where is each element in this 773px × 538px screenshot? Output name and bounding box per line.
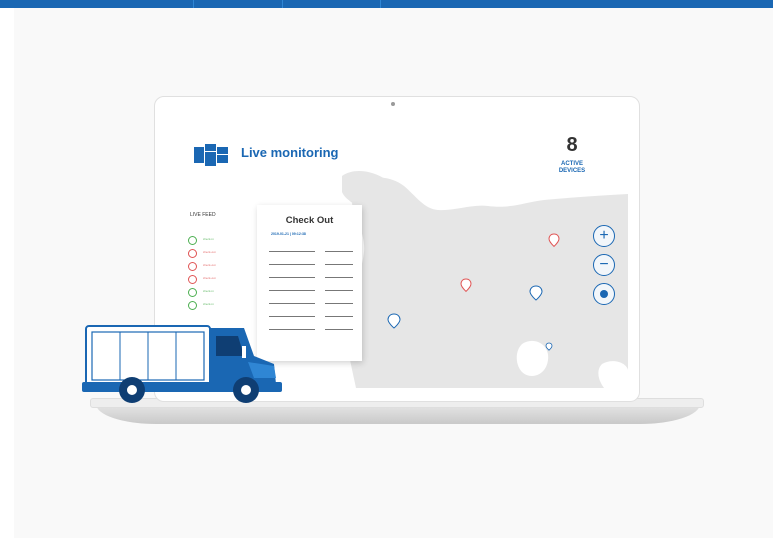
status-circle — [188, 301, 197, 310]
locate-button[interactable] — [593, 283, 615, 305]
card-line — [325, 264, 353, 265]
truck-icon — [82, 325, 282, 403]
top-bar-divider — [282, 0, 283, 8]
status-circle — [188, 275, 197, 284]
checkout-card-title: Check Out — [285, 215, 334, 226]
live-feed-item[interactable]: check-out — [188, 260, 248, 273]
active-devices-count: 8 — [566, 134, 578, 156]
locate-icon — [600, 290, 608, 298]
status-circle — [188, 249, 197, 258]
card-line — [325, 329, 353, 330]
zoom-in-icon: + — [599, 227, 609, 244]
status-text: check-in — [203, 238, 214, 241]
active-label: ACTIVE — [560, 161, 583, 167]
live-feed-title: LIVE FEED — [190, 212, 216, 218]
live-feed-item[interactable]: check-in — [188, 286, 248, 299]
live-feed-item[interactable]: check-out — [188, 247, 248, 260]
card-line — [325, 290, 353, 291]
status-circle — [188, 288, 197, 297]
status-text: check-out — [203, 251, 216, 254]
zoom-out-button[interactable]: − — [593, 254, 615, 276]
card-line — [325, 277, 353, 278]
card-line — [325, 316, 353, 317]
top-bar-divider — [193, 0, 194, 8]
card-line — [269, 277, 315, 278]
dashboard-logo-icon — [194, 144, 228, 166]
top-bar — [0, 0, 773, 8]
zoom-in-button[interactable]: + — [593, 225, 615, 247]
card-line — [269, 290, 315, 291]
checkout-card-timestamp: 2019-01-21 | 09:12:38 — [271, 232, 306, 236]
laptop-camera — [391, 102, 395, 106]
status-text: check-in — [203, 290, 214, 293]
status-text: check-out — [203, 277, 216, 280]
status-text: check-out — [203, 264, 216, 267]
live-feed-item[interactable]: check-in — [188, 234, 248, 247]
status-circle — [188, 236, 197, 245]
card-line — [325, 251, 353, 252]
card-line — [269, 303, 315, 304]
card-line — [269, 316, 315, 317]
status-text: check-in — [203, 303, 214, 306]
page-title: Live monitoring — [241, 145, 339, 160]
card-line — [269, 251, 315, 252]
live-feed-list: check-in check-out check-out check-out c… — [188, 234, 248, 312]
status-circle — [188, 262, 197, 271]
map-lake — [598, 361, 628, 388]
live-feed-item[interactable]: check-out — [188, 273, 248, 286]
card-line — [325, 303, 353, 304]
devices-label: DEVICES — [558, 168, 586, 174]
card-line — [269, 264, 315, 265]
live-feed-item[interactable]: check-in — [188, 299, 248, 312]
active-devices-counter: 8 ACTIVE DEVICES — [544, 134, 600, 175]
top-bar-divider — [380, 0, 381, 8]
zoom-out-icon: − — [599, 256, 609, 273]
